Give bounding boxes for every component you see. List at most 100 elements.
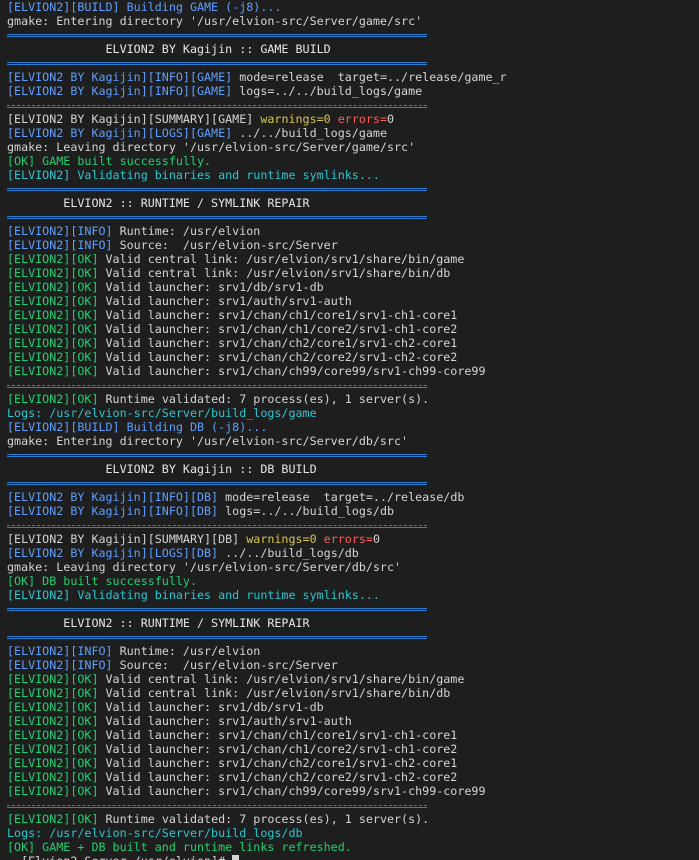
terminal-line: [ELVION2][OK] Valid launcher: srv1/chan/… — [7, 350, 507, 364]
line-segment: [ELVION2][OK] — [7, 742, 99, 756]
terminal-line: ELVION2 BY Kagijin :: DB BUILD — [7, 462, 507, 476]
terminal-line: [ELVION2][BUILD] Building GAME (-j8)... — [7, 0, 507, 14]
terminal-window[interactable]: [ELVION2][BUILD] Building GAME (-j8)... g… — [0, 0, 699, 860]
terminal-output: [ELVION2][BUILD] Building GAME (-j8)... g… — [7, 0, 507, 860]
line-segment: [ELVION2][OK] — [7, 672, 99, 686]
line-segment — [331, 112, 338, 126]
line-segment: [Elvion2 Server /usr/elvion]# — [7, 854, 232, 860]
terminal-line: [OK] GAME + DB built and runtime links r… — [7, 840, 507, 854]
line-segment: [OK] GAME built successfully. — [7, 154, 212, 168]
terminal-line: Logs: /usr/elvion-src/Server/build_logs/… — [7, 826, 507, 840]
terminal-line: [ELVION2][OK] Valid launcher: srv1/chan/… — [7, 336, 507, 350]
separator-dashed-line — [7, 518, 507, 532]
line-segment: Valid launcher: srv1/chan/ch2/core1/srv1… — [98, 756, 458, 770]
separator-dashed-line — [7, 378, 507, 392]
line-segment: Valid launcher: srv1/chan/ch99/core99/sr… — [98, 784, 486, 798]
separator-line — [7, 476, 507, 490]
line-segment: Valid launcher: srv1/auth/srv1-auth — [98, 714, 352, 728]
terminal-line: gmake: Leaving directory '/usr/elvion-sr… — [7, 140, 507, 154]
terminal-line: [OK] DB built successfully. — [7, 574, 507, 588]
line-segment: ELVION2 :: RUNTIME / SYMLINK REPAIR — [7, 616, 310, 630]
line-segment: ELVION2 :: RUNTIME / SYMLINK REPAIR — [7, 196, 310, 210]
terminal-line: [ELVION2][OK] Valid central link: /usr/e… — [7, 252, 507, 266]
terminal-line: Logs: /usr/elvion-src/Server/build_logs/… — [7, 406, 507, 420]
line-segment: Valid central link: /usr/elvion/srv1/sha… — [98, 672, 465, 686]
terminal-line: [ELVION2][OK] Valid central link: /usr/e… — [7, 266, 507, 280]
line-segment: [ELVION2] Validating binaries and runtim… — [7, 168, 380, 182]
line-segment: Valid central link: /usr/elvion/srv1/sha… — [98, 686, 451, 700]
line-segment: Valid launcher: srv1/chan/ch1/core1/srv1… — [98, 308, 458, 322]
line-segment: Valid launcher: srv1/auth/srv1-auth — [98, 294, 352, 308]
line-segment: Valid launcher: srv1/chan/ch1/core1/srv1… — [98, 728, 458, 742]
terminal-line: [ELVION2][OK] Valid launcher: srv1/chan/… — [7, 756, 507, 770]
line-segment: [ELVION2][OK] — [7, 322, 99, 336]
line-segment: Runtime validated: 7 process(es), 1 serv… — [98, 392, 430, 406]
line-segment: [ELVION2][OK] — [7, 266, 99, 280]
line-segment: [ELVION2][OK] — [7, 756, 99, 770]
line-segment: [ELVION2 BY Kagijin][INFO][DB] — [7, 504, 219, 518]
terminal-line: [ELVION2 BY Kagijin][INFO][DB] mode=rele… — [7, 490, 507, 504]
line-segment: Valid launcher: srv1/db/srv1-db — [98, 700, 324, 714]
line-segment: Valid launcher: srv1/chan/ch1/core2/srv1… — [98, 322, 458, 336]
line-segment: warnings=0 — [246, 532, 317, 546]
line-segment: [ELVION2 BY Kagijin][INFO][GAME] — [7, 84, 233, 98]
line-segment: Source: /usr/elvion-src/Server — [112, 238, 338, 252]
line-segment: [OK] DB built successfully. — [7, 574, 197, 588]
line-segment: [ELVION2][INFO] — [7, 644, 113, 658]
shell-prompt[interactable]: [Elvion2 Server /usr/elvion]# — [7, 854, 507, 860]
line-segment: [OK] GAME + DB built and runtime links r… — [7, 840, 352, 854]
separator-line — [7, 56, 507, 70]
terminal-line: [OK] GAME built successfully. — [7, 154, 507, 168]
line-segment: [ELVION2] Validating binaries and runtim… — [7, 588, 380, 602]
line-segment: gmake: Entering directory '/usr/elvion-s… — [7, 434, 409, 448]
line-segment: ../../build_logs/db — [218, 546, 359, 560]
line-segment: [ELVION2][OK] — [7, 714, 99, 728]
terminal-line: [ELVION2][OK] Runtime validated: 7 proce… — [7, 812, 507, 826]
line-segment: Valid launcher: srv1/chan/ch1/core2/srv1… — [98, 742, 458, 756]
line-segment: 0 — [372, 532, 380, 546]
line-segment: Valid launcher: srv1/chan/ch2/core1/srv1… — [98, 336, 458, 350]
terminal-line: ELVION2 BY Kagijin :: GAME BUILD — [7, 42, 507, 56]
line-segment: [ELVION2][OK] — [7, 686, 99, 700]
line-segment: gmake: Leaving directory '/usr/elvion-sr… — [7, 560, 402, 574]
terminal-line: [ELVION2][INFO] Runtime: /usr/elvion — [7, 224, 507, 238]
line-segment: [ELVION2][OK] — [7, 350, 99, 364]
terminal-line: gmake: Entering directory '/usr/elvion-s… — [7, 434, 507, 448]
line-segment: errors= — [323, 532, 373, 546]
separator-dashed-line — [7, 798, 507, 812]
line-segment: Runtime validated: 7 process(es), 1 serv… — [98, 812, 430, 826]
line-segment: Valid central link: /usr/elvion/srv1/sha… — [98, 252, 465, 266]
terminal-line: [ELVION2][OK] Valid central link: /usr/e… — [7, 672, 507, 686]
line-segment: ELVION2 BY Kagijin :: DB BUILD — [7, 462, 317, 476]
line-segment: mode=release target=../release/db — [218, 490, 465, 504]
line-segment: [ELVION2 BY Kagijin][LOGS][GAME] — [7, 126, 233, 140]
separator-line — [7, 182, 507, 196]
line-segment: Valid launcher: srv1/db/srv1-db — [98, 280, 324, 294]
terminal-line: [ELVION2 BY Kagijin][SUMMARY][GAME] warn… — [7, 112, 507, 126]
line-segment: Valid launcher: srv1/chan/ch99/core99/sr… — [98, 364, 486, 378]
terminal-line: [ELVION2][OK] Valid launcher: srv1/db/sr… — [7, 700, 507, 714]
terminal-line: [ELVION2][OK] Valid launcher: srv1/auth/… — [7, 714, 507, 728]
terminal-line: [ELVION2 BY Kagijin][LOGS][GAME] ../../b… — [7, 126, 507, 140]
terminal-line: [ELVION2][OK] Valid launcher: srv1/chan/… — [7, 322, 507, 336]
terminal-line: gmake: Leaving directory '/usr/elvion-sr… — [7, 560, 507, 574]
terminal-line: [ELVION2][BUILD] Building DB (-j8)... — [7, 420, 507, 434]
terminal-line: [ELVION2][INFO] Runtime: /usr/elvion — [7, 644, 507, 658]
line-segment: 0 — [387, 112, 395, 126]
terminal-line: [ELVION2 BY Kagijin][INFO][DB] logs=../.… — [7, 504, 507, 518]
line-segment: [ELVION2][INFO] — [7, 658, 113, 672]
line-segment: [ELVION2][INFO] — [7, 238, 113, 252]
line-segment: [ELVION2][OK] — [7, 336, 99, 350]
terminal-line: [ELVION2][OK] Valid launcher: srv1/chan/… — [7, 364, 507, 378]
terminal-line: [ELVION2][INFO] Source: /usr/elvion-src/… — [7, 238, 507, 252]
separator-line — [7, 28, 507, 42]
terminal-line: gmake: Entering directory '/usr/elvion-s… — [7, 14, 507, 28]
terminal-line: [ELVION2][INFO] Source: /usr/elvion-src/… — [7, 658, 507, 672]
line-segment: [ELVION2][BUILD] Building DB (-j8)... — [7, 420, 268, 434]
line-segment: [ELVION2 BY Kagijin][INFO][GAME] — [7, 70, 233, 84]
line-segment: errors= — [337, 112, 388, 126]
line-segment: [ELVION2][OK] — [7, 364, 99, 378]
terminal-line: [ELVION2][OK] Valid launcher: srv1/chan/… — [7, 308, 507, 322]
separator-line — [7, 630, 507, 644]
line-segment: [ELVION2 BY Kagijin][LOGS][DB] — [7, 546, 219, 560]
